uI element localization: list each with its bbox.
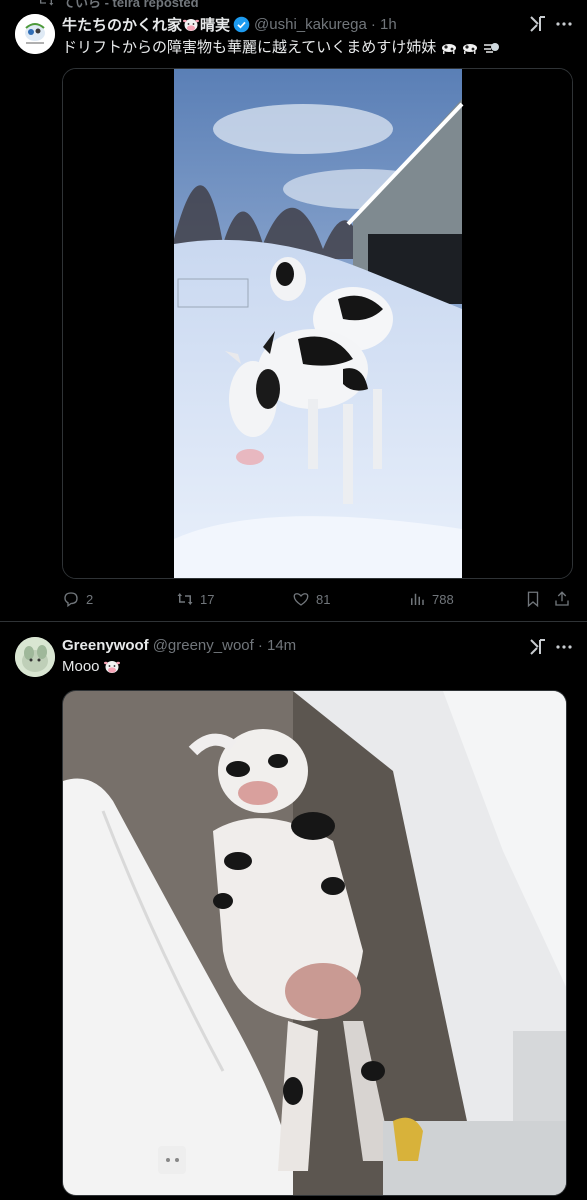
tweet-header: 牛たちのかくれ家 晴実 @ushi_kakurega · 1h — [62, 14, 397, 35]
reply-count: 2 — [86, 591, 94, 607]
repost-count: 17 — [200, 591, 215, 607]
handle[interactable]: @ushi_kakurega — [254, 16, 367, 33]
video-frame-cows-in-snow — [63, 69, 572, 578]
tweet-actions: 2 17 81 788 — [62, 590, 573, 612]
avatar[interactable] — [15, 637, 55, 677]
cow-emoji — [463, 43, 478, 54]
dash-emoji — [484, 42, 500, 53]
views-icon — [411, 593, 424, 605]
repost-button[interactable]: 17 — [176, 590, 214, 608]
display-name[interactable]: 牛たちのかくれ家 晴実 — [62, 14, 230, 35]
verified-badge-icon — [233, 16, 250, 33]
tweet-greeny-woof[interactable]: Greenywoof @greeny_woof · 14m Mooo — [0, 623, 587, 1200]
like-icon — [293, 593, 309, 606]
grok-icon[interactable] — [528, 637, 548, 657]
tweet-text: ドリフトからの障害物も華麗に越えていくまめすけ姉妹 — [62, 36, 500, 57]
tweet-text-content: Mooo — [62, 658, 100, 675]
tweet-header: Greenywoof @greeny_woof · 14m — [62, 637, 296, 654]
cow-face-emoji — [183, 19, 200, 31]
share-button[interactable] — [553, 590, 571, 608]
timestamp[interactable]: · 1h — [371, 16, 397, 33]
bookmark-icon — [527, 591, 539, 608]
share-icon — [555, 591, 569, 606]
tweet-text-content: ドリフトからの障害物も華麗に越えていくまめすけ姉妹 — [62, 39, 437, 56]
cow-emoji — [442, 43, 457, 54]
tweet-ushi-kakurega[interactable]: 牛たちのかくれ家 晴実 @ushi_kakurega · 1h ドリフトからの障害… — [0, 0, 587, 622]
display-name-suffix: 晴実 — [200, 17, 231, 34]
video-player[interactable] — [62, 68, 573, 579]
views-button[interactable]: 788 — [408, 590, 454, 608]
retweet-icon — [177, 593, 193, 605]
reply-button[interactable]: 2 — [62, 590, 93, 608]
like-button[interactable]: 81 — [292, 590, 330, 608]
timestamp[interactable]: · 14m — [258, 637, 296, 654]
views-count: 788 — [432, 591, 454, 607]
photo-cow-costume-mirror[interactable] — [62, 690, 567, 1196]
grok-icon[interactable] — [528, 14, 548, 34]
handle[interactable]: @greeny_woof — [153, 637, 254, 654]
like-count: 81 — [316, 591, 331, 607]
avatar-image — [15, 637, 55, 677]
cow-face-emoji — [103, 661, 120, 673]
display-name-text: 牛たちのかくれ家 — [62, 17, 183, 34]
avatar[interactable] — [15, 14, 55, 54]
display-name[interactable]: Greenywoof — [62, 637, 149, 654]
bookmark-button[interactable] — [524, 590, 542, 608]
more-icon[interactable] — [554, 637, 574, 657]
photo-image — [63, 691, 566, 1195]
more-icon[interactable] — [554, 14, 574, 34]
tweet-text: Mooo — [62, 658, 121, 675]
avatar-logo-image — [15, 14, 55, 54]
reply-icon — [64, 592, 78, 608]
